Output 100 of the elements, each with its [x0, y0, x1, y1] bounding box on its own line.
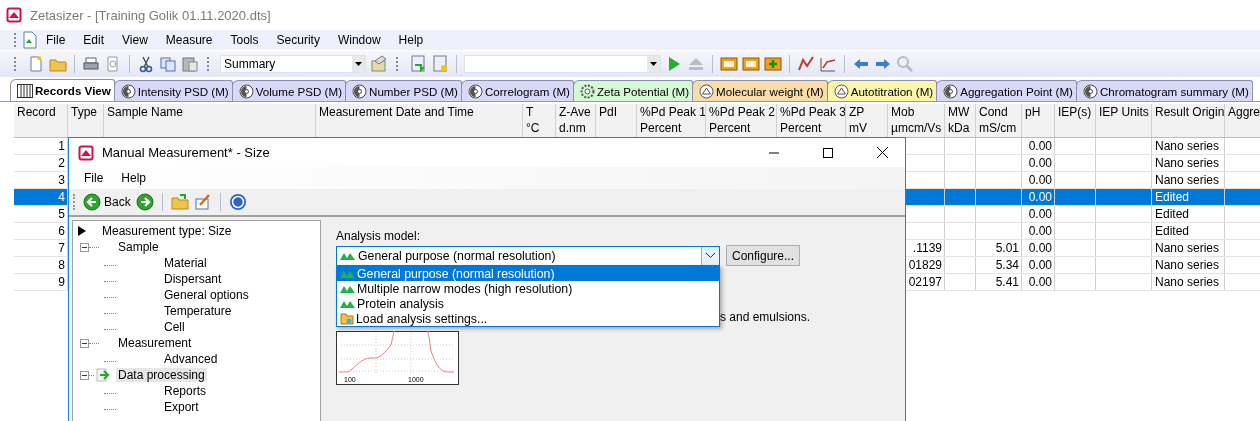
table-cell: .1139 — [912, 241, 942, 255]
dropdown-option[interactable]: Protein analysis — [337, 296, 719, 311]
help-icon[interactable] — [228, 193, 247, 211]
table-cell: 6 — [58, 224, 65, 238]
table-cell: 2 — [58, 156, 65, 170]
collapse-icon[interactable] — [80, 242, 89, 252]
maximize-icon[interactable] — [823, 147, 833, 158]
properties-icon[interactable] — [370, 55, 388, 73]
menu-item[interactable]: View — [113, 33, 157, 47]
scissors-icon[interactable] — [137, 55, 155, 73]
chevron-down-icon[interactable] — [706, 253, 715, 258]
table-cell: 3 — [58, 173, 65, 187]
table-cell: 0.00 — [1028, 207, 1052, 221]
dropdown-option[interactable]: Multiple narrow modes (high resolution) — [337, 281, 719, 296]
new-document-icon[interactable] — [27, 55, 45, 73]
tree-item[interactable]: Cell — [162, 320, 187, 334]
tab[interactable]: Number PSD (M) — [345, 80, 462, 101]
circle-icon — [238, 83, 254, 99]
table-cell: 5 — [58, 207, 65, 221]
table-cell: Nano series — [1155, 173, 1220, 187]
dialog-title: Manual Measurement* - Size — [102, 145, 271, 160]
tab[interactable]: Chromatogram summary (M) — [1075, 80, 1253, 101]
chart-icon[interactable] — [819, 55, 837, 73]
dropdown-field[interactable] — [464, 55, 661, 73]
tab[interactable]: Zeta Potential (M) — [572, 80, 694, 101]
window-title: Zetasizer - [Training Golik 01.11.2020.dts] — [30, 7, 271, 23]
peaks-icon — [340, 269, 355, 278]
app-icon — [78, 144, 94, 161]
copy-icon[interactable] — [159, 55, 177, 73]
table-cell: Nano series — [1155, 275, 1220, 289]
collapse-icon[interactable] — [80, 370, 89, 380]
tree-item[interactable]: Advanced — [162, 352, 220, 366]
tree-item[interactable]: Measurement type: Size — [100, 224, 234, 238]
tree-item[interactable]: Material — [162, 256, 209, 270]
peaks-icon — [340, 251, 355, 260]
collapse-icon[interactable] — [80, 338, 89, 348]
unit-label: Percent — [640, 121, 682, 135]
printer-icon[interactable] — [82, 55, 100, 73]
box-icon[interactable] — [720, 55, 738, 73]
dropdown-option[interactable]: General purpose (normal resolution) — [337, 266, 719, 281]
configure-button[interactable]: Configure... — [726, 245, 800, 266]
circle-icon — [352, 83, 367, 99]
caret-icon[interactable] — [355, 62, 362, 66]
tree-item[interactable]: Measurement — [116, 336, 194, 350]
tab[interactable]: Correlogram (M) — [460, 80, 574, 101]
dropdown-option[interactable]: Load analysis settings... — [337, 311, 719, 326]
tab[interactable]: Autotitration (M) — [826, 80, 938, 101]
back-icon[interactable] — [83, 193, 101, 211]
table-icon — [17, 83, 33, 98]
add-icon[interactable] — [764, 55, 782, 73]
unit-label: kDa — [948, 121, 970, 135]
table-cell: 5.41 — [995, 275, 1019, 289]
table-cell: 5.01 — [995, 241, 1019, 255]
tree-item[interactable]: Sample — [116, 240, 161, 254]
table-cell: 8 — [58, 258, 65, 272]
close-icon[interactable] — [876, 147, 888, 158]
table-cell: Edited — [1155, 224, 1190, 238]
menu-item[interactable]: Tools — [221, 33, 268, 47]
menu-item[interactable]: Measure — [156, 33, 222, 47]
menu-item[interactable]: Help — [112, 171, 156, 185]
unit-label: mV — [849, 121, 867, 135]
analysis-dropdown[interactable]: General purpose (normal resolution) — [336, 245, 720, 266]
table-cell: 01829 — [908, 258, 942, 272]
tree-item[interactable]: Temperature — [162, 304, 234, 318]
graph-icon[interactable] — [797, 55, 815, 73]
description-text: s and emulsions. — [720, 310, 812, 326]
tab[interactable]: Intensity PSD (M) — [113, 80, 233, 101]
circle-icon — [120, 83, 136, 99]
back-button[interactable]: Back — [83, 193, 131, 211]
menu-item[interactable]: Security — [267, 33, 329, 47]
open-folder-icon[interactable] — [170, 193, 189, 211]
tab[interactable]: Records View — [10, 79, 115, 101]
menu-item[interactable]: Window — [328, 33, 390, 47]
unit-label: µmcm/Vs — [891, 121, 942, 135]
tree-item[interactable]: Dispersant — [162, 272, 224, 286]
tab[interactable]: Molecular weight (M) — [692, 80, 828, 101]
paste-icon[interactable] — [181, 55, 199, 73]
menu-item[interactable]: Edit — [74, 33, 114, 47]
field-label: Analysis model: — [336, 229, 422, 245]
unit-label: d.nm — [559, 121, 586, 135]
tab[interactable]: Volume PSD (M) — [231, 80, 346, 101]
tree-item[interactable]: Export — [162, 400, 201, 414]
triangle-icon[interactable] — [78, 226, 86, 236]
edit-icon[interactable] — [193, 193, 212, 211]
menu-item[interactable]: File — [37, 33, 75, 47]
tree-item[interactable]: General options — [162, 288, 251, 302]
document-icon[interactable] — [23, 31, 37, 49]
caret-icon[interactable] — [650, 62, 657, 66]
menu-item[interactable]: Help — [389, 33, 433, 47]
tree-item[interactable]: Reports — [162, 384, 209, 398]
forward-icon[interactable] — [135, 193, 154, 211]
menu-item[interactable]: File — [75, 171, 113, 185]
circle-icon — [467, 83, 483, 99]
tree-item[interactable]: Data processing — [116, 368, 207, 382]
view-dropdown[interactable]: Summary — [220, 55, 366, 73]
table-cell: Nano series — [1155, 156, 1220, 170]
table-cell: Nano series — [1155, 241, 1220, 255]
table-cell: Nano series — [1155, 258, 1220, 272]
tab[interactable]: Aggregation Point (M) — [936, 80, 1077, 101]
table-cell: Nano series — [1155, 139, 1220, 153]
